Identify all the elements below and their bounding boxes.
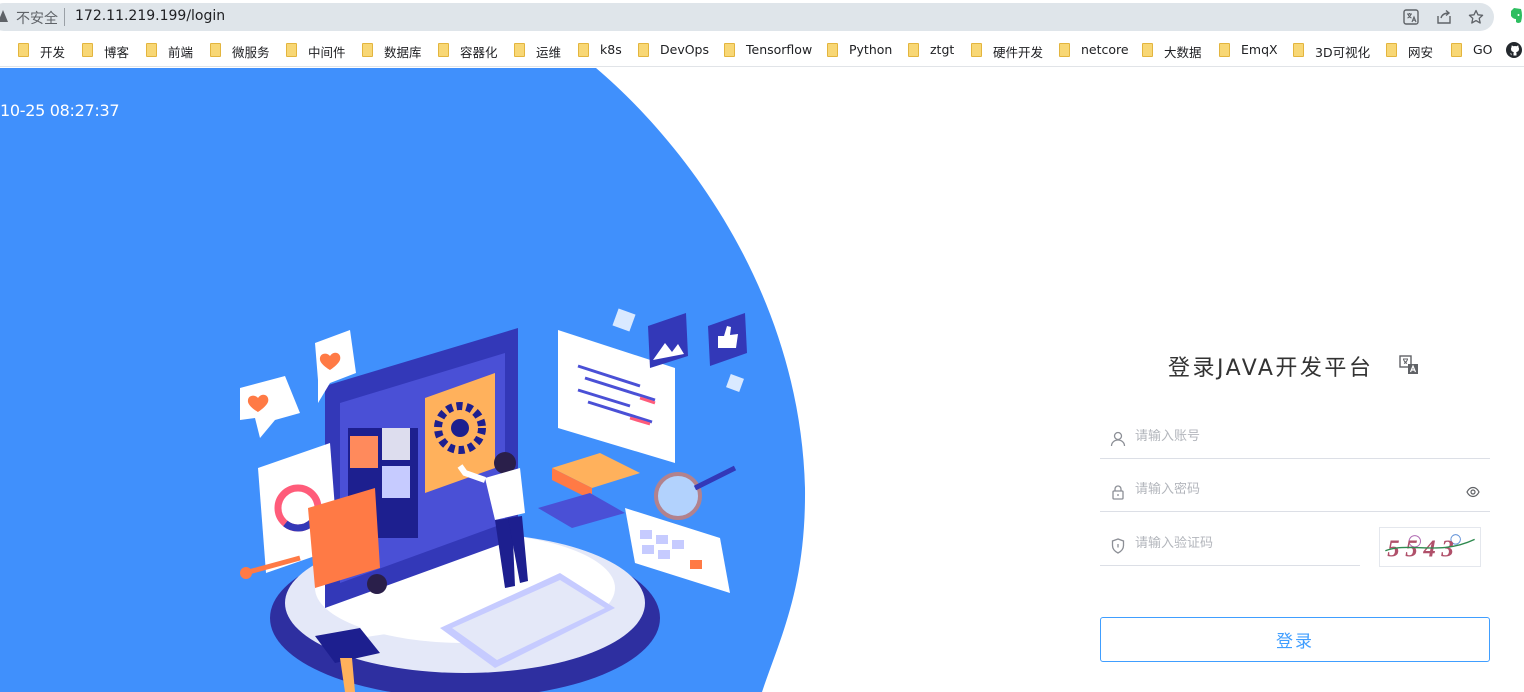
bookmark-label: 前端 xyxy=(168,45,194,60)
captcha-code: 5543 xyxy=(1387,536,1459,563)
folder-icon xyxy=(827,43,838,57)
username-field xyxy=(1100,419,1490,459)
bookmark-label: 网安 xyxy=(1408,45,1434,60)
username-input[interactable] xyxy=(1135,429,1435,444)
evernote-extension-icon[interactable] xyxy=(1508,7,1524,25)
bookmark-label: Python xyxy=(849,42,893,57)
bookmark-label: 中间件 xyxy=(308,45,346,60)
security-status[interactable]: 不安全 xyxy=(16,8,58,28)
github-icon[interactable] xyxy=(1506,42,1522,58)
bookmark-label: ztgt xyxy=(930,42,955,57)
folder-icon xyxy=(638,43,649,57)
bookmark-label: GO xyxy=(1473,42,1493,57)
folder-icon xyxy=(362,43,373,57)
folder-icon xyxy=(82,43,93,57)
folder-icon xyxy=(1451,43,1462,57)
folder-icon xyxy=(971,43,982,57)
bookmark-label: 微服务 xyxy=(232,45,270,60)
address-divider xyxy=(64,8,65,26)
hero-illustration xyxy=(0,68,806,692)
folder-icon xyxy=(724,43,735,57)
folder-icon xyxy=(1293,43,1304,57)
bookmark-label: 大数据 xyxy=(1164,45,1202,60)
lock-icon xyxy=(1112,485,1124,500)
folder-icon xyxy=(578,43,589,57)
shield-icon xyxy=(1111,538,1125,554)
bookmark-label: 容器化 xyxy=(460,45,498,60)
login-button[interactable]: 登录 xyxy=(1100,617,1490,662)
bookmark-label: 运维 xyxy=(536,45,562,60)
clock-display: 10-25 08:27:37 xyxy=(0,101,120,120)
password-field xyxy=(1100,472,1490,512)
warning-icon[interactable] xyxy=(0,10,8,22)
magnifier-icon xyxy=(654,472,702,520)
language-switch-icon[interactable] xyxy=(1399,355,1419,375)
translate-icon[interactable] xyxy=(1403,9,1419,25)
page-title: 登录JAVA开发平台 xyxy=(1168,356,1374,381)
folder-icon xyxy=(146,43,157,57)
bookmarks-bar: 开发 博客 前端 微服务 中间件 数据库 容器化 运维 k8s DevOps T… xyxy=(0,34,1524,67)
folder-icon xyxy=(908,43,919,57)
bookmark-label: k8s xyxy=(600,42,622,57)
bookmark-label: 开发 xyxy=(40,45,66,60)
password-input[interactable] xyxy=(1135,482,1435,497)
folder-icon xyxy=(286,43,297,57)
bookmark-label: 数据库 xyxy=(384,45,422,60)
bookmark-label: DevOps xyxy=(660,42,709,57)
folder-icon xyxy=(1059,43,1070,57)
url-text[interactable]: 172.11.219.199/login xyxy=(75,8,225,24)
captcha-image[interactable]: 5543 xyxy=(1379,527,1481,567)
bookmark-label: EmqX xyxy=(1241,42,1278,57)
folder-icon xyxy=(438,43,449,57)
folder-icon xyxy=(1219,43,1230,57)
folder-icon xyxy=(514,43,525,57)
share-icon[interactable] xyxy=(1436,9,1452,25)
folder-icon xyxy=(18,43,29,57)
captcha-field xyxy=(1100,526,1435,566)
folder-icon xyxy=(1386,43,1397,57)
user-icon xyxy=(1110,431,1126,447)
folder-icon xyxy=(1142,43,1153,57)
browser-address-row: 不安全 172.11.219.199/login xyxy=(0,0,1524,34)
bookmark-label: 3D可视化 xyxy=(1315,45,1371,60)
bookmark-label: netcore xyxy=(1081,42,1129,57)
bookmark-label: 硬件开发 xyxy=(993,45,1044,60)
folder-icon xyxy=(210,43,221,57)
bookmark-label: 博客 xyxy=(104,45,130,60)
bookmark-label: Tensorflow xyxy=(746,42,813,57)
star-icon[interactable] xyxy=(1468,9,1484,25)
eye-icon[interactable] xyxy=(1466,486,1480,498)
